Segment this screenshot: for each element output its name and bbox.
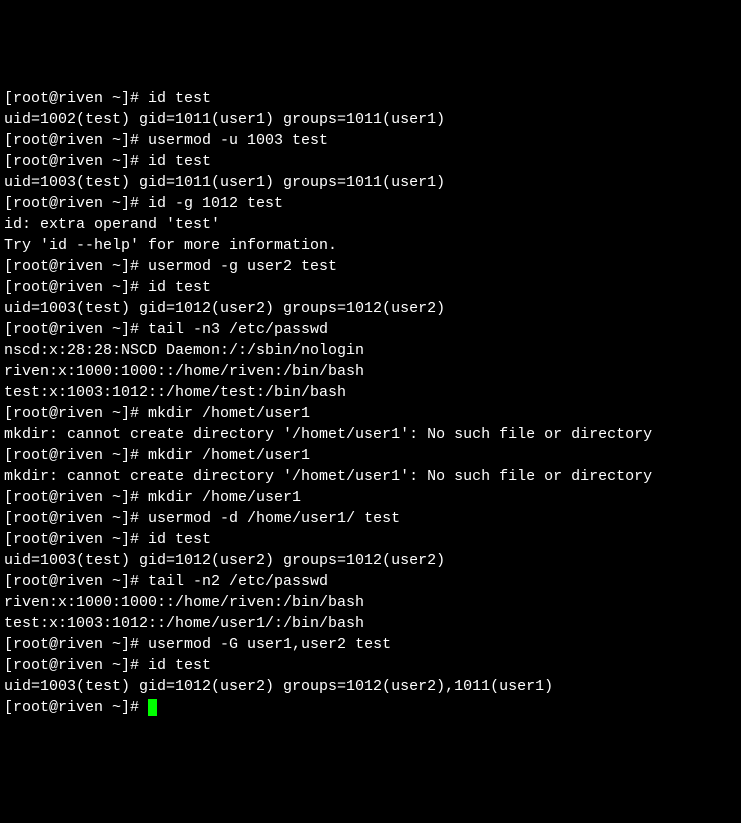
command-text: id test — [148, 153, 211, 170]
output-text: riven:x:1000:1000::/home/riven:/bin/bash — [4, 594, 364, 611]
output-text: riven:x:1000:1000::/home/riven:/bin/bash — [4, 363, 364, 380]
terminal-output-line: uid=1003(test) gid=1012(user2) groups=10… — [4, 550, 737, 571]
shell-prompt: [root@riven ~]# — [4, 657, 148, 674]
terminal-current-line[interactable]: [root@riven ~]# — [4, 697, 737, 718]
terminal-command-line: [root@riven ~]# id -g 1012 test — [4, 193, 737, 214]
shell-prompt: [root@riven ~]# — [4, 510, 148, 527]
command-text: tail -n2 /etc/passwd — [148, 573, 328, 590]
terminal-command-line: [root@riven ~]# tail -n3 /etc/passwd — [4, 319, 737, 340]
terminal-output-line: mkdir: cannot create directory '/homet/u… — [4, 466, 737, 487]
output-text: mkdir: cannot create directory '/homet/u… — [4, 468, 652, 485]
command-text: id test — [148, 531, 211, 548]
terminal-output-line: id: extra operand 'test' — [4, 214, 737, 235]
terminal-output-line: uid=1003(test) gid=1011(user1) groups=10… — [4, 172, 737, 193]
command-text: usermod -u 1003 test — [148, 132, 328, 149]
terminal-command-line: [root@riven ~]# usermod -g user2 test — [4, 256, 737, 277]
command-text: usermod -G user1,user2 test — [148, 636, 391, 653]
shell-prompt: [root@riven ~]# — [4, 195, 148, 212]
command-text: usermod -g user2 test — [148, 258, 337, 275]
output-text: nscd:x:28:28:NSCD Daemon:/:/sbin/nologin — [4, 342, 364, 359]
command-text: mkdir /homet/user1 — [148, 405, 310, 422]
output-text: test:x:1003:1012::/home/user1/:/bin/bash — [4, 615, 364, 632]
terminal-output-line: uid=1002(test) gid=1011(user1) groups=10… — [4, 109, 737, 130]
shell-prompt: [root@riven ~]# — [4, 132, 148, 149]
command-text: usermod -d /home/user1/ test — [148, 510, 400, 527]
terminal[interactable]: [root@riven ~]# id test uid=1002(test) gi… — [4, 88, 737, 718]
terminal-output-line: uid=1003(test) gid=1012(user2) groups=10… — [4, 298, 737, 319]
terminal-output-line: Try 'id --help' for more information. — [4, 235, 737, 256]
output-text: uid=1003(test) gid=1012(user2) groups=10… — [4, 552, 445, 569]
terminal-output-line: riven:x:1000:1000::/home/riven:/bin/bash — [4, 592, 737, 613]
terminal-output-line: mkdir: cannot create directory '/homet/u… — [4, 424, 737, 445]
shell-prompt: [root@riven ~]# — [4, 573, 148, 590]
cursor — [148, 699, 157, 716]
output-text: uid=1002(test) gid=1011(user1) groups=10… — [4, 111, 445, 128]
terminal-command-line: [root@riven ~]# usermod -G user1,user2 t… — [4, 634, 737, 655]
terminal-command-line: [root@riven ~]# id test — [4, 151, 737, 172]
command-text: id test — [148, 90, 211, 107]
terminal-command-line: [root@riven ~]# mkdir /homet/user1 — [4, 445, 737, 466]
shell-prompt: [root@riven ~]# — [4, 405, 148, 422]
shell-prompt: [root@riven ~]# — [4, 636, 148, 653]
terminal-command-line: [root@riven ~]# mkdir /homet/user1 — [4, 403, 737, 424]
terminal-output-line: nscd:x:28:28:NSCD Daemon:/:/sbin/nologin — [4, 340, 737, 361]
shell-prompt: [root@riven ~]# — [4, 447, 148, 464]
terminal-output-line: test:x:1003:1012::/home/test:/bin/bash — [4, 382, 737, 403]
command-text: mkdir /homet/user1 — [148, 447, 310, 464]
shell-prompt: [root@riven ~]# — [4, 699, 148, 716]
output-text: uid=1003(test) gid=1012(user2) groups=10… — [4, 678, 553, 695]
shell-prompt: [root@riven ~]# — [4, 90, 148, 107]
shell-prompt: [root@riven ~]# — [4, 489, 148, 506]
command-text: id test — [148, 657, 211, 674]
terminal-command-line: [root@riven ~]# tail -n2 /etc/passwd — [4, 571, 737, 592]
terminal-command-line: [root@riven ~]# id test — [4, 655, 737, 676]
output-text: uid=1003(test) gid=1012(user2) groups=10… — [4, 300, 445, 317]
command-text: id -g 1012 test — [148, 195, 283, 212]
output-text: mkdir: cannot create directory '/homet/u… — [4, 426, 652, 443]
output-text: Try 'id --help' for more information. — [4, 237, 337, 254]
shell-prompt: [root@riven ~]# — [4, 258, 148, 275]
terminal-output-line: uid=1003(test) gid=1012(user2) groups=10… — [4, 676, 737, 697]
command-text: id test — [148, 279, 211, 296]
terminal-command-line: [root@riven ~]# mkdir /home/user1 — [4, 487, 737, 508]
shell-prompt: [root@riven ~]# — [4, 153, 148, 170]
command-text: mkdir /home/user1 — [148, 489, 301, 506]
terminal-command-line: [root@riven ~]# id test — [4, 277, 737, 298]
command-text: tail -n3 /etc/passwd — [148, 321, 328, 338]
output-text: id: extra operand 'test' — [4, 216, 220, 233]
terminal-command-line: [root@riven ~]# id test — [4, 529, 737, 550]
shell-prompt: [root@riven ~]# — [4, 531, 148, 548]
shell-prompt: [root@riven ~]# — [4, 279, 148, 296]
terminal-command-line: [root@riven ~]# id test — [4, 88, 737, 109]
terminal-command-line: [root@riven ~]# usermod -u 1003 test — [4, 130, 737, 151]
shell-prompt: [root@riven ~]# — [4, 321, 148, 338]
terminal-output-line: riven:x:1000:1000::/home/riven:/bin/bash — [4, 361, 737, 382]
output-text: test:x:1003:1012::/home/test:/bin/bash — [4, 384, 346, 401]
terminal-command-line: [root@riven ~]# usermod -d /home/user1/ … — [4, 508, 737, 529]
output-text: uid=1003(test) gid=1011(user1) groups=10… — [4, 174, 445, 191]
terminal-output-line: test:x:1003:1012::/home/user1/:/bin/bash — [4, 613, 737, 634]
